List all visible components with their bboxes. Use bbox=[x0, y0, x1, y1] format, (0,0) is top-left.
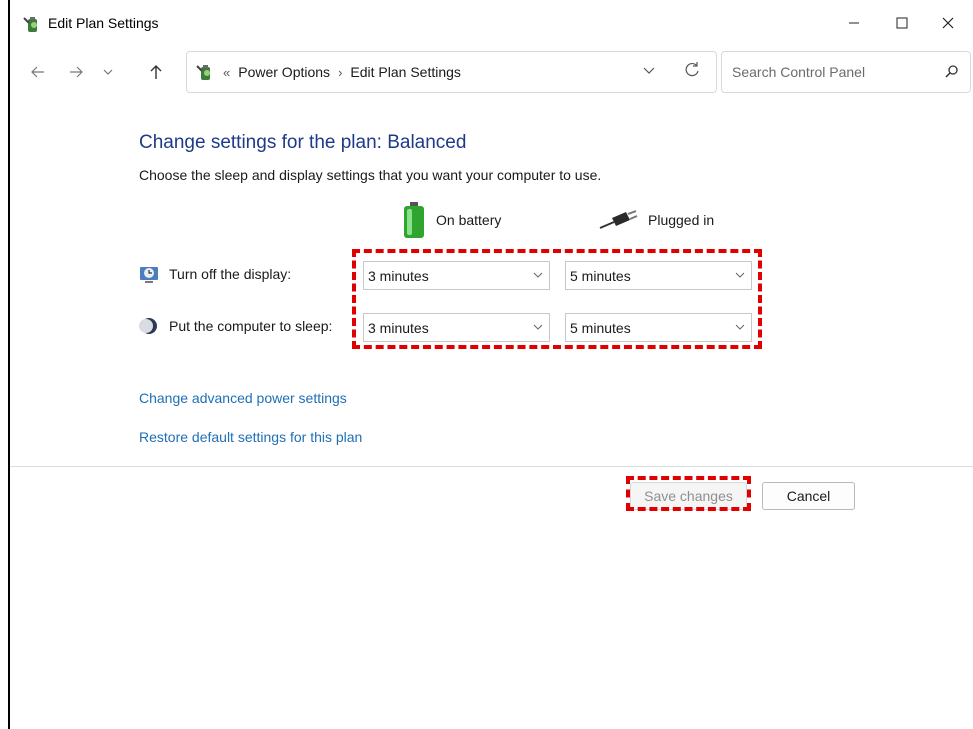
forward-button[interactable] bbox=[64, 60, 88, 84]
plugged-in-column-label: Plugged in bbox=[648, 212, 715, 228]
sleep-plugged-in-value: 5 minutes bbox=[570, 320, 631, 336]
back-arrow-icon bbox=[31, 66, 44, 78]
refresh-icon bbox=[685, 62, 699, 77]
back-button[interactable] bbox=[26, 60, 50, 84]
chevron-down-icon bbox=[735, 272, 745, 278]
turn-off-display-row: Turn off the display: bbox=[139, 264, 291, 284]
breadcrumb-edit-plan-settings[interactable]: Edit Plan Settings bbox=[350, 64, 461, 80]
turn-off-display-label: Turn off the display: bbox=[169, 266, 292, 282]
recent-locations-button[interactable] bbox=[96, 60, 120, 84]
battery-column-label: On battery bbox=[436, 212, 502, 228]
display-plugged-in-value: 5 minutes bbox=[570, 268, 631, 284]
plugged-in-column-header: Plugged in bbox=[598, 200, 714, 240]
search-icon bbox=[944, 64, 960, 83]
sleep-moon-icon bbox=[139, 318, 157, 334]
minimize-button[interactable] bbox=[831, 6, 877, 40]
change-advanced-power-settings-link[interactable]: Change advanced power settings bbox=[139, 390, 347, 406]
search-box[interactable]: Search Control Panel bbox=[721, 51, 971, 93]
chevron-down-icon bbox=[643, 67, 655, 74]
search-placeholder: Search Control Panel bbox=[732, 64, 866, 80]
display-clock-icon bbox=[140, 267, 158, 283]
close-button[interactable] bbox=[925, 6, 971, 40]
display-on-battery-value: 3 minutes bbox=[368, 268, 429, 284]
up-button[interactable] bbox=[144, 60, 168, 84]
sleep-row: Put the computer to sleep: bbox=[139, 316, 332, 336]
power-options-app-icon bbox=[23, 17, 37, 32]
chevron-down-icon bbox=[533, 324, 543, 330]
close-icon bbox=[942, 17, 954, 29]
cancel-button[interactable]: Cancel bbox=[762, 482, 855, 510]
battery-column-header: On battery bbox=[402, 200, 501, 240]
battery-icon bbox=[404, 202, 424, 238]
maximize-button[interactable] bbox=[879, 6, 925, 40]
breadcrumb-overflow[interactable]: « bbox=[223, 65, 230, 80]
save-changes-button[interactable]: Save changes bbox=[630, 482, 747, 510]
refresh-button[interactable] bbox=[683, 61, 701, 82]
display-on-battery-select[interactable]: 3 minutes bbox=[363, 261, 550, 290]
title-bar: Edit Plan Settings bbox=[10, 0, 973, 46]
breadcrumb: « Power Options › Edit Plan Settings bbox=[223, 64, 461, 80]
page-title: Change settings for the plan: Balanced bbox=[139, 132, 467, 153]
restore-default-settings-link[interactable]: Restore default settings for this plan bbox=[139, 429, 362, 445]
chevron-down-icon bbox=[735, 324, 745, 330]
up-arrow-icon bbox=[150, 65, 162, 79]
footer-divider bbox=[10, 466, 973, 467]
address-dropdown-button[interactable] bbox=[642, 63, 656, 80]
power-plug-icon bbox=[599, 210, 638, 229]
display-plugged-in-select[interactable]: 5 minutes bbox=[565, 261, 752, 290]
chevron-right-icon: › bbox=[338, 64, 343, 80]
maximize-icon bbox=[896, 17, 908, 29]
chevron-down-icon bbox=[103, 69, 113, 75]
window-title: Edit Plan Settings bbox=[48, 15, 159, 31]
minimize-icon bbox=[849, 22, 859, 24]
edit-plan-settings-window: Edit Plan Settings « Power Options › Edi… bbox=[8, 0, 973, 729]
sleep-on-battery-select[interactable]: 3 minutes bbox=[363, 313, 550, 342]
navigation-bar: « Power Options › Edit Plan Settings Sea… bbox=[10, 46, 973, 98]
page-description: Choose the sleep and display settings th… bbox=[139, 167, 602, 183]
breadcrumb-power-options[interactable]: Power Options bbox=[238, 64, 330, 80]
sleep-on-battery-value: 3 minutes bbox=[368, 320, 429, 336]
power-options-icon bbox=[196, 65, 210, 80]
sleep-label: Put the computer to sleep: bbox=[169, 318, 333, 334]
forward-arrow-icon bbox=[70, 66, 83, 78]
address-bar[interactable]: « Power Options › Edit Plan Settings bbox=[186, 51, 717, 93]
chevron-down-icon bbox=[533, 272, 543, 278]
sleep-plugged-in-select[interactable]: 5 minutes bbox=[565, 313, 752, 342]
